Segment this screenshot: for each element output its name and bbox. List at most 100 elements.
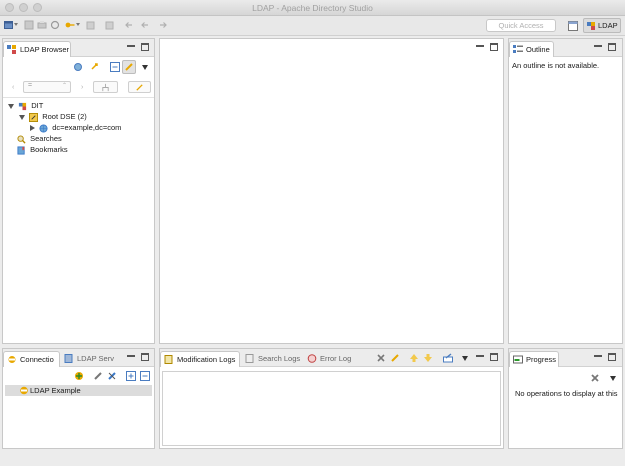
tab-connections[interactable]: Connectio: [3, 351, 60, 367]
minimize-icon[interactable]: [594, 43, 602, 47]
filter-operator-icon: =: [28, 82, 33, 89]
expand-icon[interactable]: [30, 125, 35, 132]
print-icon[interactable]: [37, 20, 47, 30]
error-log-tab-label: Error Log: [320, 354, 352, 363]
filter-action-button[interactable]: [128, 81, 151, 93]
minimize-icon[interactable]: [127, 43, 135, 47]
link-icon: [125, 63, 133, 71]
filter-left-arrow-icon[interactable]: ‹: [12, 84, 14, 91]
collapse-all-icon[interactable]: [110, 62, 120, 72]
maximize-icon[interactable]: [490, 353, 498, 361]
key-menu-chevron-icon[interactable]: [76, 20, 82, 30]
import-icon[interactable]: [86, 20, 96, 30]
globe-icon: [39, 123, 48, 133]
window-titlebar: LDAP - Apache Directory Studio: [0, 0, 625, 16]
minimize-icon[interactable]: [127, 353, 135, 357]
tree-item-label: Root DSE (2): [42, 112, 87, 121]
key-icon[interactable]: [65, 20, 75, 30]
tree-item-dit[interactable]: DIT: [8, 100, 43, 111]
tab-progress[interactable]: Progress: [509, 351, 559, 367]
window-title: LDAP - Apache Directory Studio: [252, 3, 373, 13]
maximize-icon[interactable]: [490, 43, 498, 51]
link-toggle-button[interactable]: [122, 60, 136, 74]
outline-message: An outline is not available.: [512, 61, 600, 70]
clear-log-icon[interactable]: [376, 353, 386, 363]
export-log-icon[interactable]: [443, 353, 453, 363]
search-logs-tab-label: Search Logs: [258, 354, 301, 363]
log-content-area: [162, 371, 501, 446]
filter-right-arrow-icon[interactable]: ›: [81, 84, 83, 91]
ldap-perspective-button[interactable]: LDAP: [583, 18, 621, 33]
ldap-browser-view: LDAP Browser ‹ = ⌃ › DIT Root DSE (2) dc…: [2, 38, 155, 344]
tab-ldap-servers[interactable]: LDAP Serv: [61, 351, 119, 367]
close-connection-icon[interactable]: [107, 371, 117, 381]
back-history-icon[interactable]: [140, 20, 150, 30]
view-menu-icon[interactable]: [610, 374, 616, 383]
save-icon[interactable]: [24, 20, 34, 30]
open-perspective-icon: [568, 21, 578, 31]
back-icon[interactable]: [124, 20, 134, 30]
filter-tree-button[interactable]: [93, 81, 118, 93]
outline-tabbar: Outline: [509, 39, 622, 57]
view-menu-icon[interactable]: [462, 354, 468, 363]
dit-icon: [18, 102, 27, 110]
connections-icon: [8, 356, 16, 363]
quick-search-filter[interactable]: = ⌃: [23, 81, 71, 93]
export-icon[interactable]: [105, 20, 115, 30]
bookmarks-icon: [17, 145, 25, 155]
connections-tab-label: Connectio: [20, 355, 54, 364]
outline-icon: [513, 45, 523, 53]
expand-icon[interactable]: [8, 103, 14, 109]
progress-message: No operations to display at this: [515, 389, 618, 398]
tab-outline[interactable]: Outline: [509, 41, 554, 57]
error-log-icon: [307, 354, 317, 363]
next-log-icon[interactable]: [423, 353, 433, 363]
tab-search-logs[interactable]: Search Logs: [242, 351, 304, 367]
connection-label: LDAP Example: [30, 386, 81, 395]
new-connection-icon[interactable]: [74, 371, 84, 381]
chevron-down-icon[interactable]: [14, 20, 20, 30]
modification-logs-icon: [164, 355, 173, 364]
searches-icon: [17, 134, 26, 144]
tree-item-searches[interactable]: Searches: [15, 133, 62, 144]
minimize-icon[interactable]: [476, 43, 484, 47]
search-logs-icon: [245, 354, 254, 363]
tab-ldap-browser[interactable]: LDAP Browser: [3, 41, 71, 57]
connections-tabbar: Connectio LDAP Serv: [3, 349, 154, 367]
open-connection-icon[interactable]: [93, 371, 103, 381]
tab-modification-logs[interactable]: Modification Logs: [160, 351, 240, 367]
progress-tabbar: Progress: [509, 349, 622, 367]
progress-icon: [513, 355, 523, 364]
logs-tabbar: Modification Logs Search Logs Error Log: [160, 349, 503, 367]
forward-icon[interactable]: [158, 20, 168, 30]
minimize-icon[interactable]: [594, 353, 602, 357]
new-connection-icon[interactable]: [4, 20, 14, 30]
progress-tab-label: Progress: [526, 355, 557, 364]
main-toolbar: Quick Access LDAP: [0, 16, 625, 36]
ldap-perspective-label: LDAP: [598, 21, 618, 30]
previous-log-icon[interactable]: [409, 353, 419, 363]
open-perspective-button[interactable]: [565, 18, 579, 33]
refresh-browser-icon[interactable]: [90, 62, 100, 72]
maximize-icon[interactable]: [141, 43, 149, 51]
maximize-icon[interactable]: [608, 43, 616, 51]
expand-all-icon[interactable]: [126, 371, 136, 381]
search-filter-icon: [136, 84, 143, 91]
expand-icon[interactable]: [19, 114, 25, 120]
minimize-icon[interactable]: [476, 353, 484, 357]
maximize-icon[interactable]: [141, 353, 149, 361]
list-item[interactable]: LDAP Example: [5, 385, 152, 396]
collapse-all-icon[interactable]: [140, 371, 150, 381]
refresh-log-icon[interactable]: [390, 353, 400, 363]
quick-access-input[interactable]: Quick Access: [486, 19, 556, 32]
view-menu-icon[interactable]: [142, 63, 148, 72]
ldap-perspective-icon: [587, 22, 595, 30]
maximize-icon[interactable]: [608, 353, 616, 361]
tree-item-base-dn[interactable]: dc=example,dc=com: [30, 122, 121, 133]
link-with-editor-icon[interactable]: [73, 62, 83, 72]
remove-all-finished-icon[interactable]: [590, 373, 600, 383]
tree-item-root-dse[interactable]: Root DSE (2): [19, 111, 87, 122]
tab-error-log[interactable]: Error Log: [304, 351, 356, 367]
refresh-icon[interactable]: [50, 20, 60, 30]
tree-item-bookmarks[interactable]: Bookmarks: [15, 144, 68, 155]
